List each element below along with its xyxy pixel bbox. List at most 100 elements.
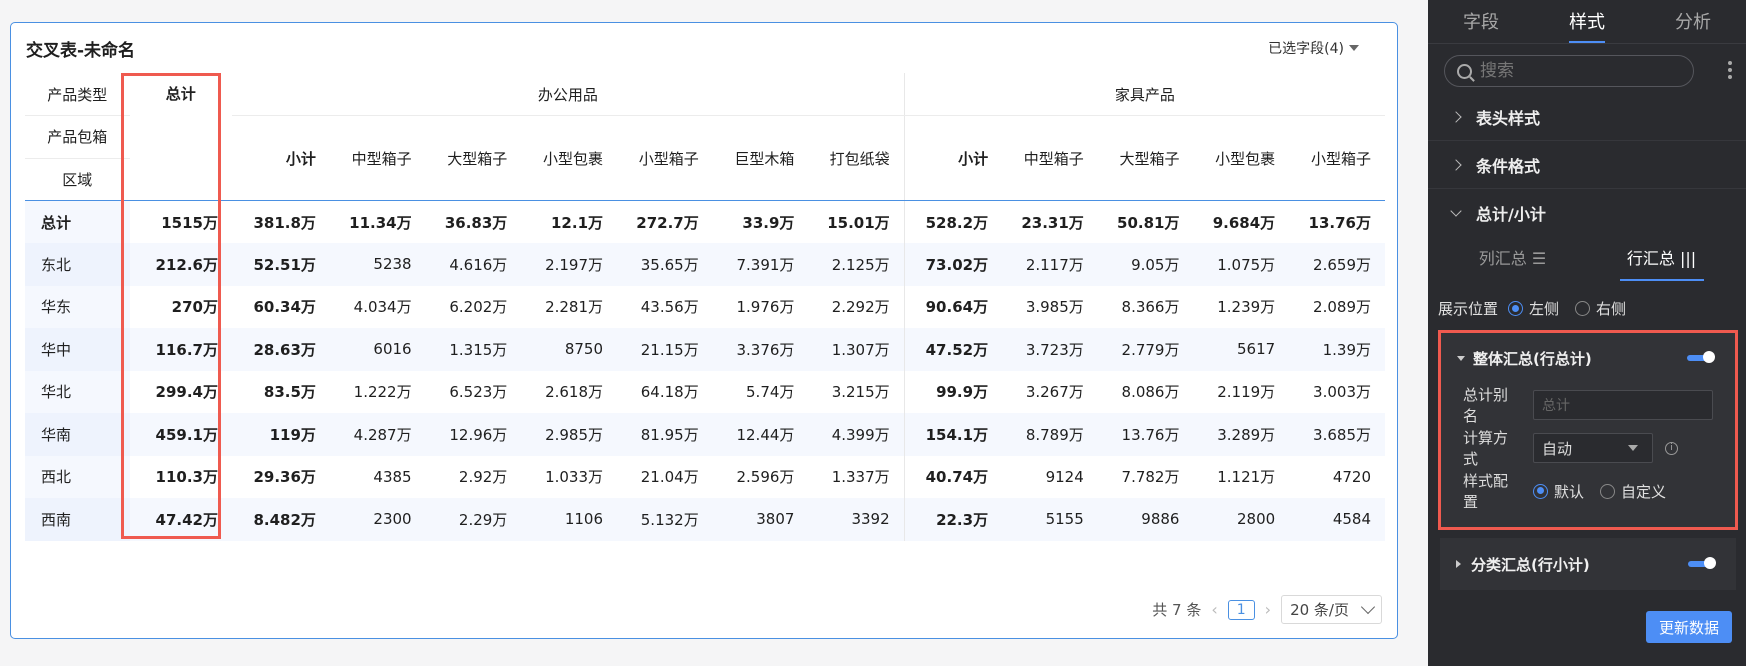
category-total-box[interactable]: 分类汇总(行小计) (1440, 538, 1736, 590)
table-cell: 1.121万 (1217, 468, 1276, 487)
grand-total-toggle[interactable] (1687, 351, 1715, 363)
table-cell: 2.29万 (425, 498, 522, 541)
row-field-label: 产品类型 (25, 73, 130, 116)
table-cell: 1.307万 (808, 328, 905, 371)
table-row: 华东 270万 60.34万 4.034万 6.202万 2.281万 43.56万 1.97… (25, 285, 1385, 328)
search-input[interactable] (1480, 61, 1670, 81)
column-header: 小计 (231, 115, 330, 201)
table-cell: 5155 (1002, 498, 1098, 541)
card-title: 交叉表-未命名 (26, 41, 136, 61)
table-cell: 6.523万 (449, 383, 508, 402)
table-cell: 2.119万 (1217, 383, 1276, 402)
row-header: 华东 (25, 285, 130, 328)
table-cell: 2800 (1193, 498, 1290, 541)
table-row: 西北 110.3万 29.36万 4385 2.92万 1.033万 21.04万 2.596… (25, 455, 1385, 498)
grand-total-header[interactable]: 整体汇总(行总计) (1441, 333, 1735, 383)
table-cell: 12.44万 (712, 413, 809, 456)
tab-row-summary[interactable]: 行汇总 ||| (1587, 237, 1736, 281)
table-row: 西南 47.42万 8.482万 2300 2.29万 1106 5.132万 3807 339… (25, 498, 1385, 541)
table-cell: 73.02万 (903, 243, 1003, 286)
table-cell: 9124 (1045, 467, 1084, 486)
caret-right-icon (1456, 560, 1461, 568)
caret-down-icon (1349, 45, 1359, 51)
total-column-header: 总计 (129, 73, 232, 201)
search-box[interactable] (1444, 55, 1694, 87)
table-cell: 21.15万 (617, 328, 713, 371)
position-row: 展示位置 左侧 右侧 (1438, 298, 1626, 319)
table-cell: 381.8万 (253, 213, 316, 232)
table-cell: 2.596万 (736, 468, 795, 487)
column-header: 小计 (903, 115, 1003, 201)
table-cell: 3.267万 (1025, 383, 1084, 402)
section-header-style[interactable]: 表头样式 (1428, 93, 1746, 141)
table-cell: 5.74万 (746, 383, 795, 402)
selected-fields-dropdown[interactable]: 已选字段(4) (1268, 38, 1359, 58)
table-cell: 2.618万 (545, 383, 604, 402)
table-cell: 33.9万 (742, 213, 795, 232)
table-cell: 3392 (808, 498, 905, 541)
radio-default[interactable] (1533, 483, 1548, 499)
table-cell: 8.366万 (1121, 298, 1180, 317)
column-header: 打包纸袋 (808, 115, 905, 201)
total-cell: 299.4万 (155, 383, 218, 402)
row-header: 华中 (25, 328, 130, 371)
table-cell: 60.34万 (253, 298, 316, 317)
chevron-down-icon (1450, 204, 1462, 217)
table-cell: 2300 (329, 498, 426, 541)
table-cell: 7.782万 (1121, 468, 1180, 487)
position-label: 展示位置 (1438, 300, 1499, 318)
section-conditional-format[interactable]: 条件格式 (1428, 141, 1746, 189)
table-cell: 8.482万 (231, 498, 330, 541)
crosstab-table: 产品类型 总计 办公用品 家具产品 产品包箱 小计 中型箱子 大型箱子 小型包裹 小型箱子 巨型木箱… (25, 73, 1385, 541)
tab-analysis[interactable]: 分析 (1640, 0, 1746, 43)
table-cell: 12.96万 (425, 413, 522, 456)
tab-column-summary[interactable]: 列汇总 ☰ (1438, 237, 1587, 281)
table-cell: 35.65万 (617, 243, 713, 286)
caret-down-icon (1628, 445, 1638, 451)
table-cell: 64.18万 (640, 383, 699, 402)
tab-style[interactable]: 样式 (1534, 0, 1640, 43)
table-cell: 2.125万 (808, 243, 905, 286)
table-cell: 1106 (521, 498, 618, 541)
table-cell: 4.399万 (808, 413, 905, 456)
category-total-toggle[interactable] (1688, 557, 1716, 569)
table-cell: 8750 (521, 328, 618, 371)
column-header: 小型包裹 (1193, 115, 1290, 201)
page-size-select[interactable]: 20 条/页 (1281, 595, 1382, 624)
radio-left[interactable] (1508, 301, 1524, 316)
page-number[interactable]: 1 (1227, 599, 1255, 620)
radio-right-label: 右侧 (1596, 300, 1627, 318)
table-cell: 4.616万 (425, 243, 522, 286)
update-data-button[interactable]: 更新数据 (1646, 611, 1732, 643)
table-cell: 43.56万 (640, 298, 699, 317)
radio-custom-label: 自定义 (1621, 482, 1667, 501)
table-cell: 4385 (373, 467, 412, 486)
table-cell: 9886 (1097, 498, 1194, 541)
alias-row: 总计别名 总计 (1441, 383, 1735, 427)
table-cell: 2.197万 (521, 243, 618, 286)
info-icon[interactable]: i (1665, 441, 1678, 455)
radio-custom[interactable] (1600, 483, 1616, 499)
radio-left-label: 左侧 (1529, 300, 1560, 318)
pagination: 共 7 条 ‹ 1 › 20 条/页 (1152, 595, 1382, 624)
radio-right[interactable] (1575, 301, 1591, 316)
tab-fields[interactable]: 字段 (1428, 0, 1534, 43)
table-cell: 8.789万 (1002, 413, 1098, 456)
next-page-icon[interactable]: › (1265, 600, 1271, 619)
total-cell: 459.1万 (129, 413, 232, 456)
row-header: 总计 (25, 200, 130, 243)
prev-page-icon[interactable]: ‹ (1211, 600, 1217, 619)
table-cell: 15.01万 (827, 213, 890, 232)
column-header: 小型箱子 (1289, 115, 1385, 201)
calc-select[interactable]: 自动 (1533, 433, 1653, 463)
caret-down-icon (1457, 355, 1465, 361)
section-totals[interactable]: 总计/小计 (1428, 189, 1746, 237)
table-cell: 272.7万 (636, 213, 699, 232)
table-cell: 5.132万 (617, 498, 713, 541)
table-cell: 40.74万 (903, 455, 1003, 498)
table-row: 总计 1515万 381.8万 11.34万 36.83万 12.1万 272.7万 33.9… (25, 200, 1385, 243)
totals-subtabs: 列汇总 ☰ 行汇总 ||| (1438, 237, 1736, 281)
alias-input[interactable]: 总计 (1533, 390, 1713, 420)
table-cell: 2.292万 (831, 298, 890, 317)
more-vertical-icon[interactable] (1728, 58, 1732, 82)
